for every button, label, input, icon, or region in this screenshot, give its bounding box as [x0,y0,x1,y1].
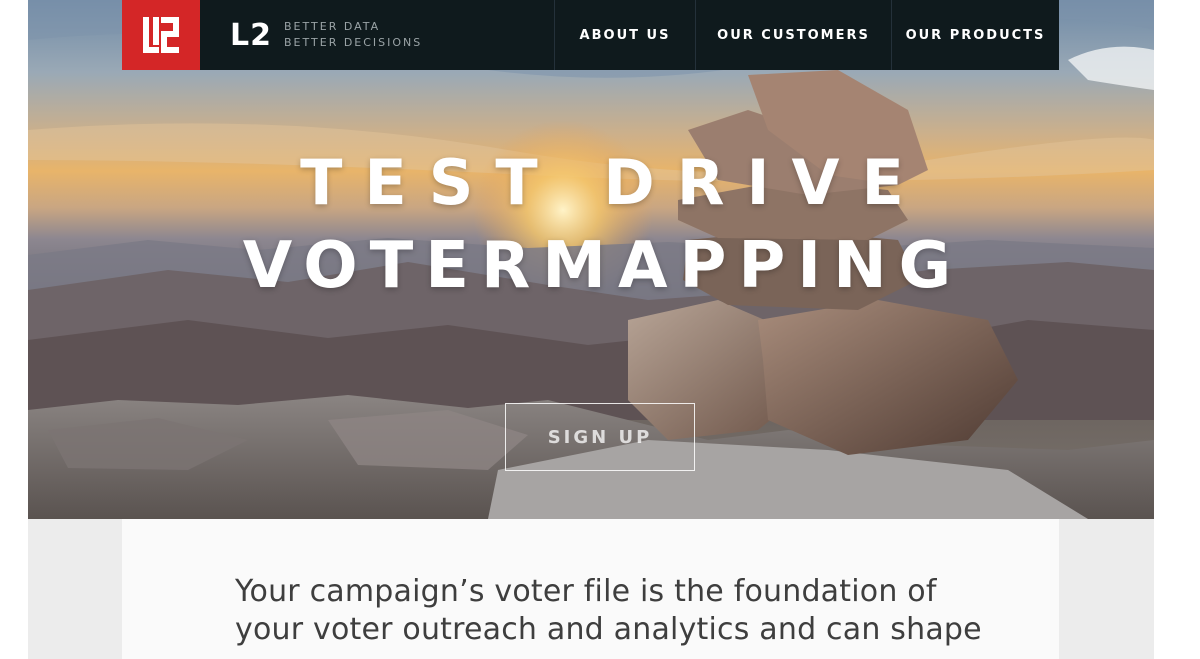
brand-tagline-line1: BETTER DATA [284,20,381,33]
nav-link-our-products[interactable]: OUR PRODUCTS [891,0,1059,70]
nav-link-our-customers[interactable]: OUR CUSTOMERS [695,0,891,70]
brand[interactable]: L2 BETTER DATA BETTER DECISIONS [200,0,550,70]
nav-link-about-us[interactable]: ABOUT US [554,0,695,70]
hero-headline-line1: TEST DRIVE [300,146,926,219]
sign-up-button[interactable]: SIGN UP [505,403,695,471]
nav-links: ABOUT US OUR CUSTOMERS OUR PRODUCTS [554,0,1059,70]
hero-headline-line2: VOTERMAPPING [242,229,964,303]
intro-paragraph: Your campaign’s voter file is the founda… [235,574,982,659]
brand-name: L2 [230,17,272,53]
page: L2 BETTER DATA BETTER DECISIONS ABOUT US… [0,0,1200,659]
logo-link[interactable] [122,0,200,70]
brand-tagline: BETTER DATA BETTER DECISIONS [284,19,422,51]
brand-tagline-line2: BETTER DECISIONS [284,36,423,49]
top-navigation: L2 BETTER DATA BETTER DECISIONS ABOUT US… [122,0,1059,70]
l2-logo-icon [143,17,179,53]
